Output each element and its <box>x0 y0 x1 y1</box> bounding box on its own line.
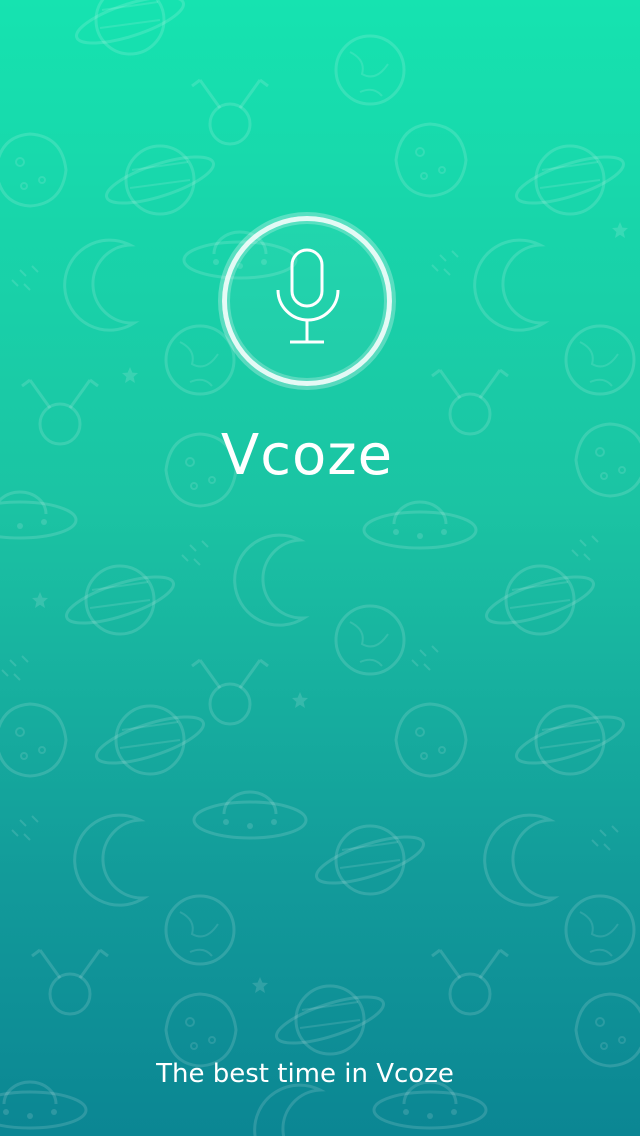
microphone-icon <box>276 248 340 344</box>
app-name: Vcoze <box>220 423 394 488</box>
space-doodle-pattern <box>0 0 640 1136</box>
splash-screen: Vcoze The best time in Vcoze <box>0 0 640 1136</box>
tagline: The best time in Vcoze <box>156 1059 454 1089</box>
